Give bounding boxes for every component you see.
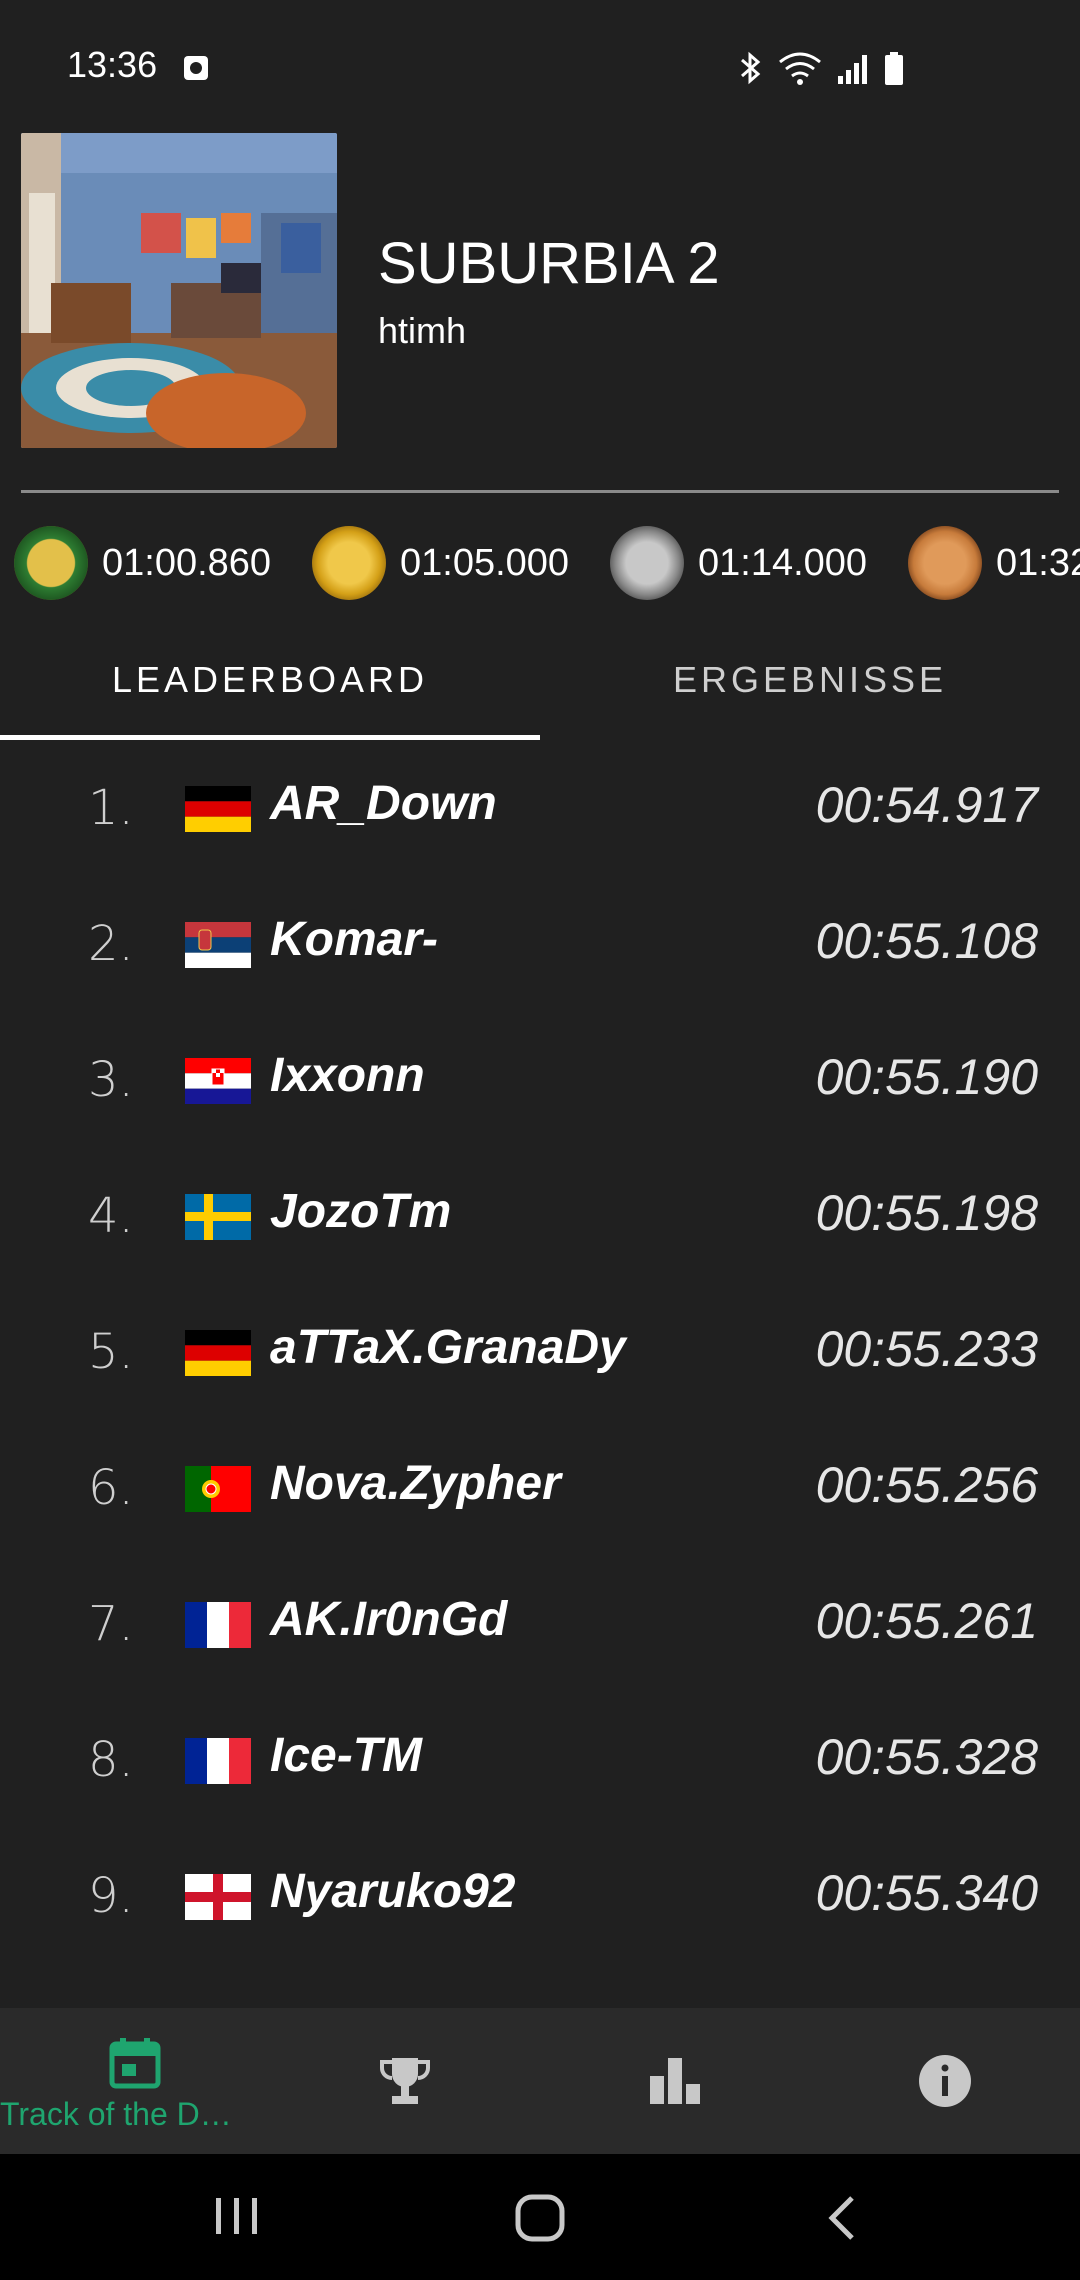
leaderboard-row[interactable]: 3. Ixxonn 00:55.190 (0, 1014, 1080, 1150)
leaderboard-row[interactable]: 1. AR_Down 00:54.917 (0, 742, 1080, 878)
player-name: Ice-TM (270, 1729, 423, 1782)
calendar-icon (109, 2038, 161, 2089)
leaderboard-row[interactable]: 2. Komar- 00:55.108 (0, 878, 1080, 1014)
flag-fr-icon (185, 1602, 251, 1648)
flag-rs-icon (185, 922, 251, 968)
leaderboard-row[interactable]: 5. aTTaX.GranaDy 00:55.233 (0, 1286, 1080, 1422)
header-divider (21, 490, 1059, 493)
player-time: 00:55.108 (815, 913, 1038, 969)
bronze-medal: 01:32 (908, 526, 1080, 600)
player-time: 00:55.233 (815, 1321, 1038, 1377)
rank: 2. (88, 916, 134, 972)
flag-pt-icon (185, 1466, 251, 1512)
gold-medal-time: 01:05.000 (400, 541, 570, 584)
medal-times: 01:00.860 01:05.000 01:14.000 01:32 (0, 520, 1080, 610)
signal-icon (838, 55, 867, 84)
back-icon[interactable] (824, 2194, 860, 2242)
bronze-medal-time: 01:32 (996, 541, 1080, 584)
rank: 3. (88, 1052, 134, 1108)
bronze-medal-icon (908, 526, 982, 600)
notification-icon (184, 56, 208, 80)
flag-de-icon (185, 1330, 251, 1376)
nav-trophies[interactable] (270, 2008, 540, 2154)
author-medal-time: 01:00.860 (102, 541, 272, 584)
leaderboard-row[interactable]: 4. JozoTm 00:55.198 (0, 1150, 1080, 1286)
player-time: 00:55.261 (815, 1593, 1038, 1649)
player-name: AR_Down (270, 777, 497, 830)
tab-results[interactable]: ERGEBNISSE (540, 640, 1080, 740)
status-time: 13:36 (67, 44, 158, 85)
rank: 5. (88, 1324, 134, 1380)
status-icons (738, 50, 904, 86)
rank: 1. (88, 780, 134, 836)
flag-en-icon (185, 1874, 251, 1920)
system-navigation-bar (0, 2154, 1080, 2280)
player-name: JozoTm (270, 1185, 452, 1238)
nav-track-of-the-day-label: Track of the D… (0, 2096, 232, 2132)
tab-indicator (0, 735, 540, 740)
rank: 6. (88, 1460, 134, 1516)
player-name: Nova.Zypher (270, 1457, 561, 1510)
flag-fr-icon (185, 1738, 251, 1784)
track-title: SUBURBIA 2 (378, 231, 720, 296)
flag-se-icon (185, 1194, 251, 1240)
nav-info[interactable] (810, 2008, 1080, 2154)
silver-medal-icon (610, 526, 684, 600)
silver-medal-time: 01:14.000 (698, 541, 868, 584)
player-name: Komar- (270, 913, 439, 966)
player-time: 00:55.256 (815, 1457, 1038, 1513)
player-time: 00:55.198 (815, 1185, 1038, 1241)
info-icon (919, 2055, 971, 2107)
bluetooth-icon (741, 51, 761, 85)
track-author: htimh (378, 310, 467, 351)
wifi-icon (779, 52, 821, 85)
rank: 4. (88, 1188, 134, 1244)
rank: 7. (88, 1596, 134, 1652)
battery-icon (885, 52, 903, 85)
leaderboard-row[interactable]: 9. Nyaruko92 00:55.340 (0, 1830, 1080, 1966)
player-name: AK.Ir0nGd (270, 1593, 508, 1646)
tab-leaderboard[interactable]: LEADERBOARD (0, 640, 540, 740)
track-header: SUBURBIA 2 htimh (0, 130, 1080, 450)
leaderboard-row[interactable]: 8. Ice-TM 00:55.328 (0, 1694, 1080, 1830)
leaderboard-list: 1. AR_Down 00:54.917 2. Komar- 00:55.108… (0, 742, 1080, 1966)
rank: 9. (88, 1868, 134, 1924)
recent-apps-icon[interactable] (212, 2194, 262, 2238)
nav-statistics[interactable] (540, 2008, 810, 2154)
player-time: 00:55.328 (815, 1729, 1038, 1785)
author-medal-icon (14, 526, 88, 600)
player-name: aTTaX.GranaDy (270, 1321, 626, 1374)
bottom-navigation: Track of the D… (0, 2008, 1080, 2154)
flag-de-icon (185, 786, 251, 832)
player-time: 00:55.190 (815, 1049, 1038, 1105)
bar-chart-icon (650, 2058, 700, 2104)
player-time: 00:54.917 (815, 777, 1038, 833)
home-icon[interactable] (514, 2194, 566, 2242)
tab-bar: LEADERBOARD ERGEBNISSE (0, 640, 1080, 740)
status-bar: 13:36 (0, 0, 1080, 130)
player-time: 00:55.340 (815, 1865, 1038, 1921)
nav-track-of-the-day[interactable]: Track of the D… (0, 2008, 270, 2154)
gold-medal: 01:05.000 (312, 526, 569, 600)
track-thumbnail[interactable] (21, 133, 337, 448)
author-medal: 01:00.860 (14, 526, 271, 600)
gold-medal-icon (312, 526, 386, 600)
rank: 8. (88, 1732, 134, 1788)
leaderboard-row[interactable]: 7. AK.Ir0nGd 00:55.261 (0, 1558, 1080, 1694)
trophy-icon (380, 2058, 430, 2104)
silver-medal: 01:14.000 (610, 526, 867, 600)
player-name: Nyaruko92 (270, 1865, 516, 1918)
flag-hr-icon (185, 1058, 251, 1104)
player-name: Ixxonn (270, 1049, 425, 1102)
leaderboard-row[interactable]: 6. Nova.Zypher 00:55.256 (0, 1422, 1080, 1558)
